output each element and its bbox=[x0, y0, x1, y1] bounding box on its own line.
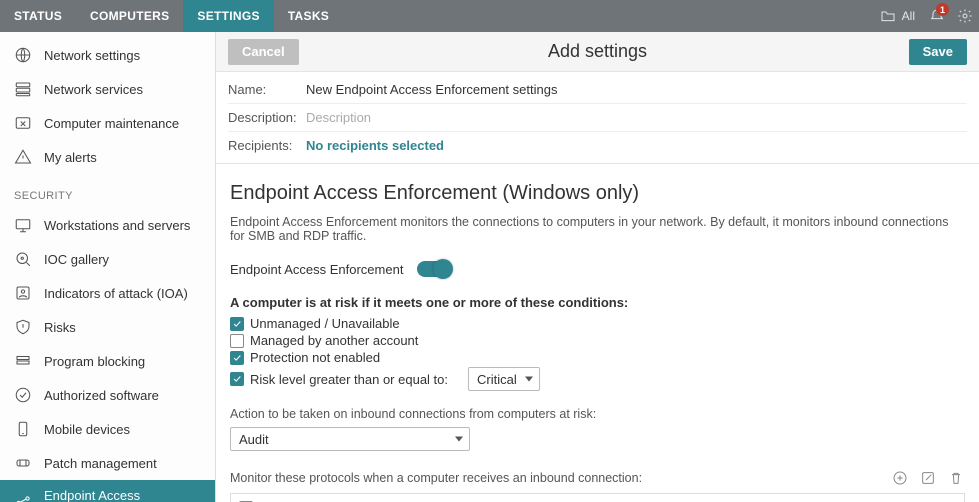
meta-name-value[interactable]: New Endpoint Access Enforcement settings bbox=[306, 82, 557, 97]
sidebar-item-risks[interactable]: Risks bbox=[0, 310, 215, 344]
checkbox[interactable] bbox=[230, 334, 244, 348]
protocols-label: Monitor these protocols when a computer … bbox=[230, 471, 891, 485]
sidebar-item-label: IOC gallery bbox=[44, 252, 109, 267]
action-label: Action to be taken on inbound connection… bbox=[230, 407, 965, 421]
sidebar-item-label: My alerts bbox=[44, 150, 97, 165]
patch-icon bbox=[14, 454, 32, 472]
sidebar-section-security: SECURITY bbox=[0, 174, 215, 208]
protocol-list: SMB (139,445) Default Only workstations … bbox=[230, 493, 965, 502]
condition-label: Managed by another account bbox=[250, 333, 418, 348]
eae-toggle[interactable] bbox=[417, 261, 451, 277]
notifications-button[interactable]: 1 bbox=[923, 0, 951, 32]
condition-label: Unmanaged / Unavailable bbox=[250, 316, 400, 331]
sidebar-item-computer-maintenance[interactable]: Computer maintenance bbox=[0, 106, 215, 140]
sidebar-item-program-blocking[interactable]: Program blocking bbox=[0, 344, 215, 378]
sidebar-item-label: Indicators of attack (IOA) bbox=[44, 286, 188, 301]
content-area: Endpoint Access Enforcement (Windows onl… bbox=[216, 164, 979, 502]
delete-protocol-button[interactable] bbox=[947, 469, 965, 487]
meta-desc-input[interactable]: Description bbox=[306, 110, 371, 125]
checkbox[interactable] bbox=[230, 317, 244, 331]
sidebar-item-label: Computer maintenance bbox=[44, 116, 179, 131]
sidebar-item-label: Patch management bbox=[44, 456, 157, 471]
folder-all-button[interactable] bbox=[874, 0, 902, 32]
tab-status[interactable]: STATUS bbox=[0, 0, 76, 32]
sidebar-item-ioc-gallery[interactable]: IOC gallery bbox=[0, 242, 215, 276]
sidebar-item-label: Network services bbox=[44, 82, 143, 97]
tab-tasks[interactable]: TASKS bbox=[274, 0, 343, 32]
checkbox[interactable] bbox=[230, 351, 244, 365]
sidebar-item-label: Mobile devices bbox=[44, 422, 130, 437]
globe-icon bbox=[14, 46, 32, 64]
meta-recipients-key: Recipients: bbox=[228, 138, 306, 153]
check-circle-icon bbox=[14, 386, 32, 404]
protocol-actions bbox=[891, 469, 965, 487]
sidebar-item-my-alerts[interactable]: My alerts bbox=[0, 140, 215, 174]
layers-icon bbox=[14, 352, 32, 370]
notification-badge: 1 bbox=[936, 3, 949, 16]
toggle-label: Endpoint Access Enforcement bbox=[230, 262, 403, 277]
sidebar-item-patch-management[interactable]: Patch management bbox=[0, 446, 215, 480]
search-dot-icon bbox=[14, 250, 32, 268]
sidebar-item-mobile-devices[interactable]: Mobile devices bbox=[0, 412, 215, 446]
sidebar-item-workstations-servers[interactable]: Workstations and servers bbox=[0, 208, 215, 242]
section-intro: Endpoint Access Enforcement monitors the… bbox=[230, 215, 965, 243]
tab-computers[interactable]: COMPUTERS bbox=[76, 0, 183, 32]
monitor-icon bbox=[14, 216, 32, 234]
condition-risk-level: Risk level greater than or equal to: Cri… bbox=[230, 367, 965, 391]
meta-name-key: Name: bbox=[228, 82, 306, 97]
condition-managed-other: Managed by another account bbox=[230, 333, 965, 348]
conditions-heading: A computer is at risk if it meets one or… bbox=[230, 295, 965, 310]
sidebar-item-network-settings[interactable]: Network settings bbox=[0, 38, 215, 72]
edit-protocol-button[interactable] bbox=[919, 469, 937, 487]
section-heading: Endpoint Access Enforcement (Windows onl… bbox=[230, 182, 965, 205]
add-protocol-button[interactable] bbox=[891, 469, 909, 487]
mobile-icon bbox=[14, 420, 32, 438]
folder-all-label: All bbox=[902, 9, 915, 23]
meta-section: Name: New Endpoint Access Enforcement se… bbox=[216, 72, 979, 164]
nodes-icon bbox=[14, 494, 32, 502]
sidebar-item-label: Endpoint Access Enforcement bbox=[44, 488, 201, 502]
risk-level-select[interactable]: Critical bbox=[468, 367, 540, 391]
condition-unmanaged: Unmanaged / Unavailable bbox=[230, 316, 965, 331]
top-nav: STATUS COMPUTERS SETTINGS TASKS All 1 bbox=[0, 0, 979, 32]
main-panel: Cancel Add settings Save Name: New Endpo… bbox=[216, 32, 979, 502]
condition-protection-not-enabled: Protection not enabled bbox=[230, 350, 965, 365]
sidebar-item-network-services[interactable]: Network services bbox=[0, 72, 215, 106]
meta-desc-key: Description: bbox=[228, 110, 306, 125]
sidebar: Network settings Network services Comput… bbox=[0, 32, 216, 502]
page-title: Add settings bbox=[548, 41, 647, 62]
shield-warn-icon bbox=[14, 318, 32, 336]
save-button[interactable]: Save bbox=[909, 39, 967, 65]
warning-icon bbox=[14, 148, 32, 166]
condition-label: Risk level greater than or equal to: bbox=[250, 372, 448, 387]
sidebar-item-authorized-software[interactable]: Authorized software bbox=[0, 378, 215, 412]
person-rect-icon bbox=[14, 284, 32, 302]
cancel-button[interactable]: Cancel bbox=[228, 39, 299, 65]
window-x-icon bbox=[14, 114, 32, 132]
sidebar-item-endpoint-access-enforcement[interactable]: Endpoint Access Enforcement bbox=[0, 480, 215, 502]
sidebar-item-label: Workstations and servers bbox=[44, 218, 190, 233]
sidebar-item-ioa[interactable]: Indicators of attack (IOA) bbox=[0, 276, 215, 310]
condition-label: Protection not enabled bbox=[250, 350, 380, 365]
sidebar-item-label: Program blocking bbox=[44, 354, 145, 369]
sidebar-item-label: Authorized software bbox=[44, 388, 159, 403]
servers-icon bbox=[14, 80, 32, 98]
meta-recipients-link[interactable]: No recipients selected bbox=[306, 138, 444, 153]
settings-gear-button[interactable] bbox=[951, 0, 979, 32]
sidebar-item-label: Network settings bbox=[44, 48, 140, 63]
tab-settings[interactable]: SETTINGS bbox=[183, 0, 273, 32]
title-bar: Cancel Add settings Save bbox=[216, 32, 979, 72]
protocol-row-smb[interactable]: SMB (139,445) Default Only workstations bbox=[231, 494, 964, 502]
action-select[interactable]: Audit bbox=[230, 427, 470, 451]
sidebar-item-label: Risks bbox=[44, 320, 76, 335]
checkbox[interactable] bbox=[230, 372, 244, 386]
